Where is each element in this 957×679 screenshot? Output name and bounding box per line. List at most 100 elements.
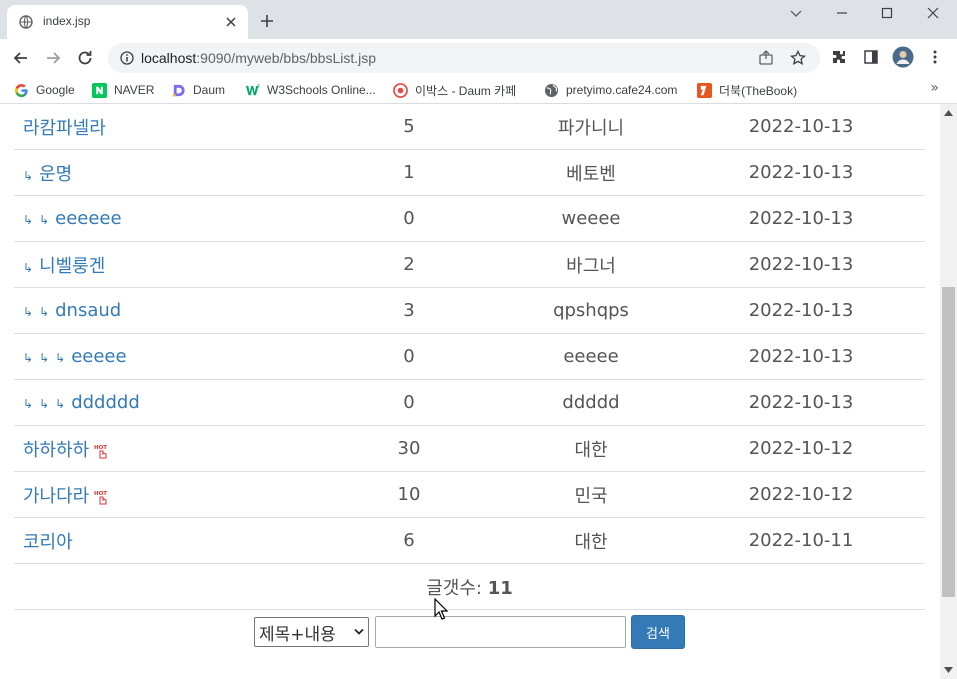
post-title-link[interactable]: 니벨룽겐 bbox=[39, 256, 105, 277]
google-icon bbox=[15, 83, 28, 97]
thebook-icon bbox=[697, 82, 712, 98]
address-bar[interactable]: localhost:9090/myweb/bbs/bbsList.jsp bbox=[108, 43, 820, 73]
minimize-icon[interactable] bbox=[835, 6, 849, 20]
bookmark-naver[interactable]: NAVER bbox=[92, 81, 154, 99]
reply-arrow-icon: ↳ bbox=[23, 351, 34, 365]
table-row: ↳ ↳ eeeeee 0 weeee 2022-10-13 bbox=[14, 195, 925, 242]
maximize-icon[interactable] bbox=[880, 6, 894, 20]
post-count-cell: 0 bbox=[313, 195, 505, 242]
post-title-link[interactable]: 가나다라 bbox=[23, 486, 89, 507]
reload-icon[interactable] bbox=[75, 48, 95, 68]
reply-arrow-icon: ↳ bbox=[23, 305, 34, 319]
post-count-cell: 0 bbox=[313, 333, 505, 380]
post-count-cell: 30 bbox=[313, 425, 505, 472]
post-title-link[interactable]: eeeeee bbox=[55, 208, 121, 229]
scrollbar-thumb[interactable] bbox=[942, 287, 955, 597]
back-icon[interactable] bbox=[11, 48, 31, 68]
search-field-select[interactable]: 제목+내용 bbox=[254, 617, 369, 647]
site-info-icon[interactable] bbox=[120, 51, 134, 65]
tab-strip: index.jsp bbox=[0, 0, 957, 39]
bookmark-daum[interactable]: Daum bbox=[171, 81, 225, 99]
hot-badge-text: HOT bbox=[94, 491, 107, 497]
post-date-cell: 2022-10-13 bbox=[677, 333, 925, 380]
post-author-cell: 파가니니 bbox=[505, 104, 677, 150]
total-count-cell: 글갯수: 11 bbox=[14, 563, 925, 610]
post-title-link[interactable]: dnsaud bbox=[55, 300, 121, 321]
hot-badge-icon: HOT bbox=[94, 491, 108, 504]
bookmark-label: pretyimo.cafe24.com bbox=[566, 83, 678, 97]
search-keyword-input[interactable] bbox=[375, 616, 626, 648]
side-panel-icon[interactable] bbox=[863, 49, 879, 65]
post-title-link[interactable]: 하하하하 bbox=[23, 440, 89, 461]
close-window-icon[interactable] bbox=[926, 6, 940, 20]
share-icon[interactable] bbox=[758, 50, 774, 66]
post-date-cell: 2022-10-12 bbox=[677, 425, 925, 472]
post-date-cell: 2022-10-13 bbox=[677, 104, 925, 150]
bookmark-thebook[interactable]: 더북(TheBook) bbox=[697, 81, 797, 99]
bookmark-daum-cafe[interactable]: 이박스 - Daum 카페 bbox=[393, 81, 516, 99]
menu-kebab-icon[interactable] bbox=[927, 49, 943, 65]
close-tab-icon[interactable] bbox=[224, 15, 238, 29]
post-author-cell: qpshqps bbox=[505, 287, 677, 334]
browser-tab[interactable]: index.jsp bbox=[7, 5, 248, 39]
post-count-cell: 10 bbox=[313, 471, 505, 518]
post-count-cell: 6 bbox=[313, 517, 505, 564]
search-button[interactable]: 검색 bbox=[631, 615, 685, 649]
post-count-cell: 3 bbox=[313, 287, 505, 334]
profile-avatar-icon[interactable] bbox=[892, 46, 914, 68]
more-bookmarks-chevron[interactable]: » bbox=[930, 80, 939, 96]
post-title-link[interactable]: 운명 bbox=[39, 164, 72, 185]
page-scrollbar[interactable] bbox=[940, 104, 957, 679]
chevron-down-icon bbox=[354, 628, 364, 635]
board-body: 라캄파넬라 5 파가니니 2022-10-13 ↳ 운명 1 베토벤 2022-10-13 ↳ ↳ e… bbox=[14, 104, 925, 610]
reply-arrow-icon: ↳ bbox=[23, 260, 34, 275]
bookmark-w3schools[interactable]: 3 W3Schools Online... bbox=[245, 81, 376, 99]
url-path: :9090/myweb/bbs/bbsList.jsp bbox=[196, 50, 377, 66]
reply-arrow-icon: ↳ bbox=[39, 397, 50, 411]
table-row: ↳ 운명 1 베토벤 2022-10-13 bbox=[14, 149, 925, 196]
post-date-cell: 2022-10-13 bbox=[677, 149, 925, 196]
bookmark-star-icon[interactable] bbox=[790, 50, 806, 66]
forward-icon[interactable] bbox=[43, 48, 63, 68]
scroll-up-arrow-icon[interactable] bbox=[944, 110, 953, 116]
post-date-cell: 2022-10-13 bbox=[677, 287, 925, 334]
post-title-cell: 라캄파넬라 bbox=[14, 104, 313, 150]
post-author-cell: eeeee bbox=[505, 333, 677, 380]
globe-icon bbox=[544, 83, 559, 97]
reply-arrow-icon: ↳ bbox=[23, 213, 34, 227]
post-title-link[interactable]: 코리아 bbox=[23, 532, 73, 553]
bookmark-google[interactable]: Google bbox=[14, 81, 75, 99]
bookmark-label: NAVER bbox=[114, 83, 155, 97]
post-title-link[interactable]: dddddd bbox=[71, 392, 140, 413]
post-title-cell: ↳ ↳ dnsaud bbox=[14, 287, 313, 334]
post-author-cell: 대한 bbox=[505, 517, 677, 564]
table-row: ↳ 니벨룽겐 2 바그너 2022-10-13 bbox=[14, 241, 925, 288]
bookmark-pretyimo[interactable]: pretyimo.cafe24.com bbox=[544, 81, 677, 99]
reply-arrow-icon: ↳ bbox=[39, 305, 50, 319]
post-date-cell: 2022-10-11 bbox=[677, 517, 925, 564]
bookmark-label: Daum bbox=[193, 83, 226, 97]
reply-arrow-icon: ↳ bbox=[39, 351, 50, 365]
post-count-cell: 0 bbox=[313, 379, 505, 426]
table-row: 가나다라 HOT 10 민국 2022-10-12 bbox=[14, 471, 925, 518]
url-host: localhost bbox=[141, 50, 197, 66]
post-title-link[interactable]: eeeee bbox=[71, 346, 126, 367]
board-table: 라캄파넬라 5 파가니니 2022-10-13 ↳ 운명 1 베토벤 2022-10-13 ↳ ↳ e… bbox=[14, 104, 925, 610]
scroll-down-arrow-icon[interactable] bbox=[944, 667, 953, 673]
table-row: ↳ ↳ ↳ dddddd 0 ddddd 2022-10-13 bbox=[14, 379, 925, 426]
tab-search-chevron-icon[interactable] bbox=[789, 6, 803, 20]
extensions-icon[interactable] bbox=[831, 49, 847, 65]
post-author-cell: 민국 bbox=[505, 471, 677, 518]
table-row: 라캄파넬라 5 파가니니 2022-10-13 bbox=[14, 104, 925, 150]
bookmark-label: Google bbox=[36, 83, 75, 97]
bookmark-label: W3Schools Online... bbox=[267, 83, 376, 97]
post-title-cell: 코리아 bbox=[14, 517, 313, 564]
w3schools-icon: 3 bbox=[245, 83, 260, 95]
reply-arrow-icon: ↳ bbox=[55, 351, 66, 365]
daum-cafe-icon bbox=[393, 82, 408, 98]
new-tab-icon[interactable] bbox=[259, 13, 275, 29]
post-title-link[interactable]: 라캄파넬라 bbox=[23, 118, 106, 139]
tab-title: index.jsp bbox=[43, 14, 91, 28]
bookmarks-bar: Google NAVER Daum 3 W3Schools Online... … bbox=[0, 76, 957, 104]
table-row: 하하하하 HOT 30 대한 2022-10-12 bbox=[14, 425, 925, 472]
